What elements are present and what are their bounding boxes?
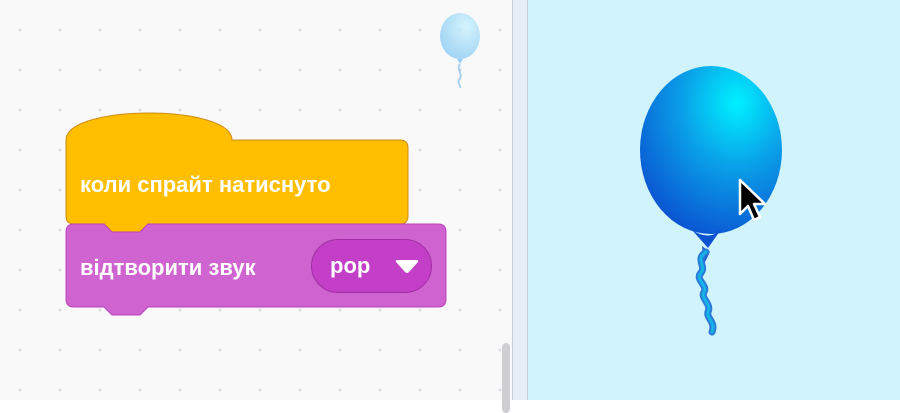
sound-dropdown-value: pop xyxy=(330,253,371,278)
panel-divider xyxy=(512,0,528,400)
play-sound-block[interactable] xyxy=(0,0,512,400)
code-workspace[interactable]: коли спрайт натиснуто відтворити звук po… xyxy=(0,0,512,413)
workspace-vertical-scrollbar[interactable] xyxy=(502,343,510,413)
caret-down-icon xyxy=(395,260,419,273)
workspace-vertical-scrollbar-track xyxy=(498,0,512,400)
sound-dropdown[interactable]: pop xyxy=(311,239,432,293)
play-sound-block-label: відтворити звук xyxy=(80,255,256,280)
mouse-pointer-icon xyxy=(738,178,767,222)
